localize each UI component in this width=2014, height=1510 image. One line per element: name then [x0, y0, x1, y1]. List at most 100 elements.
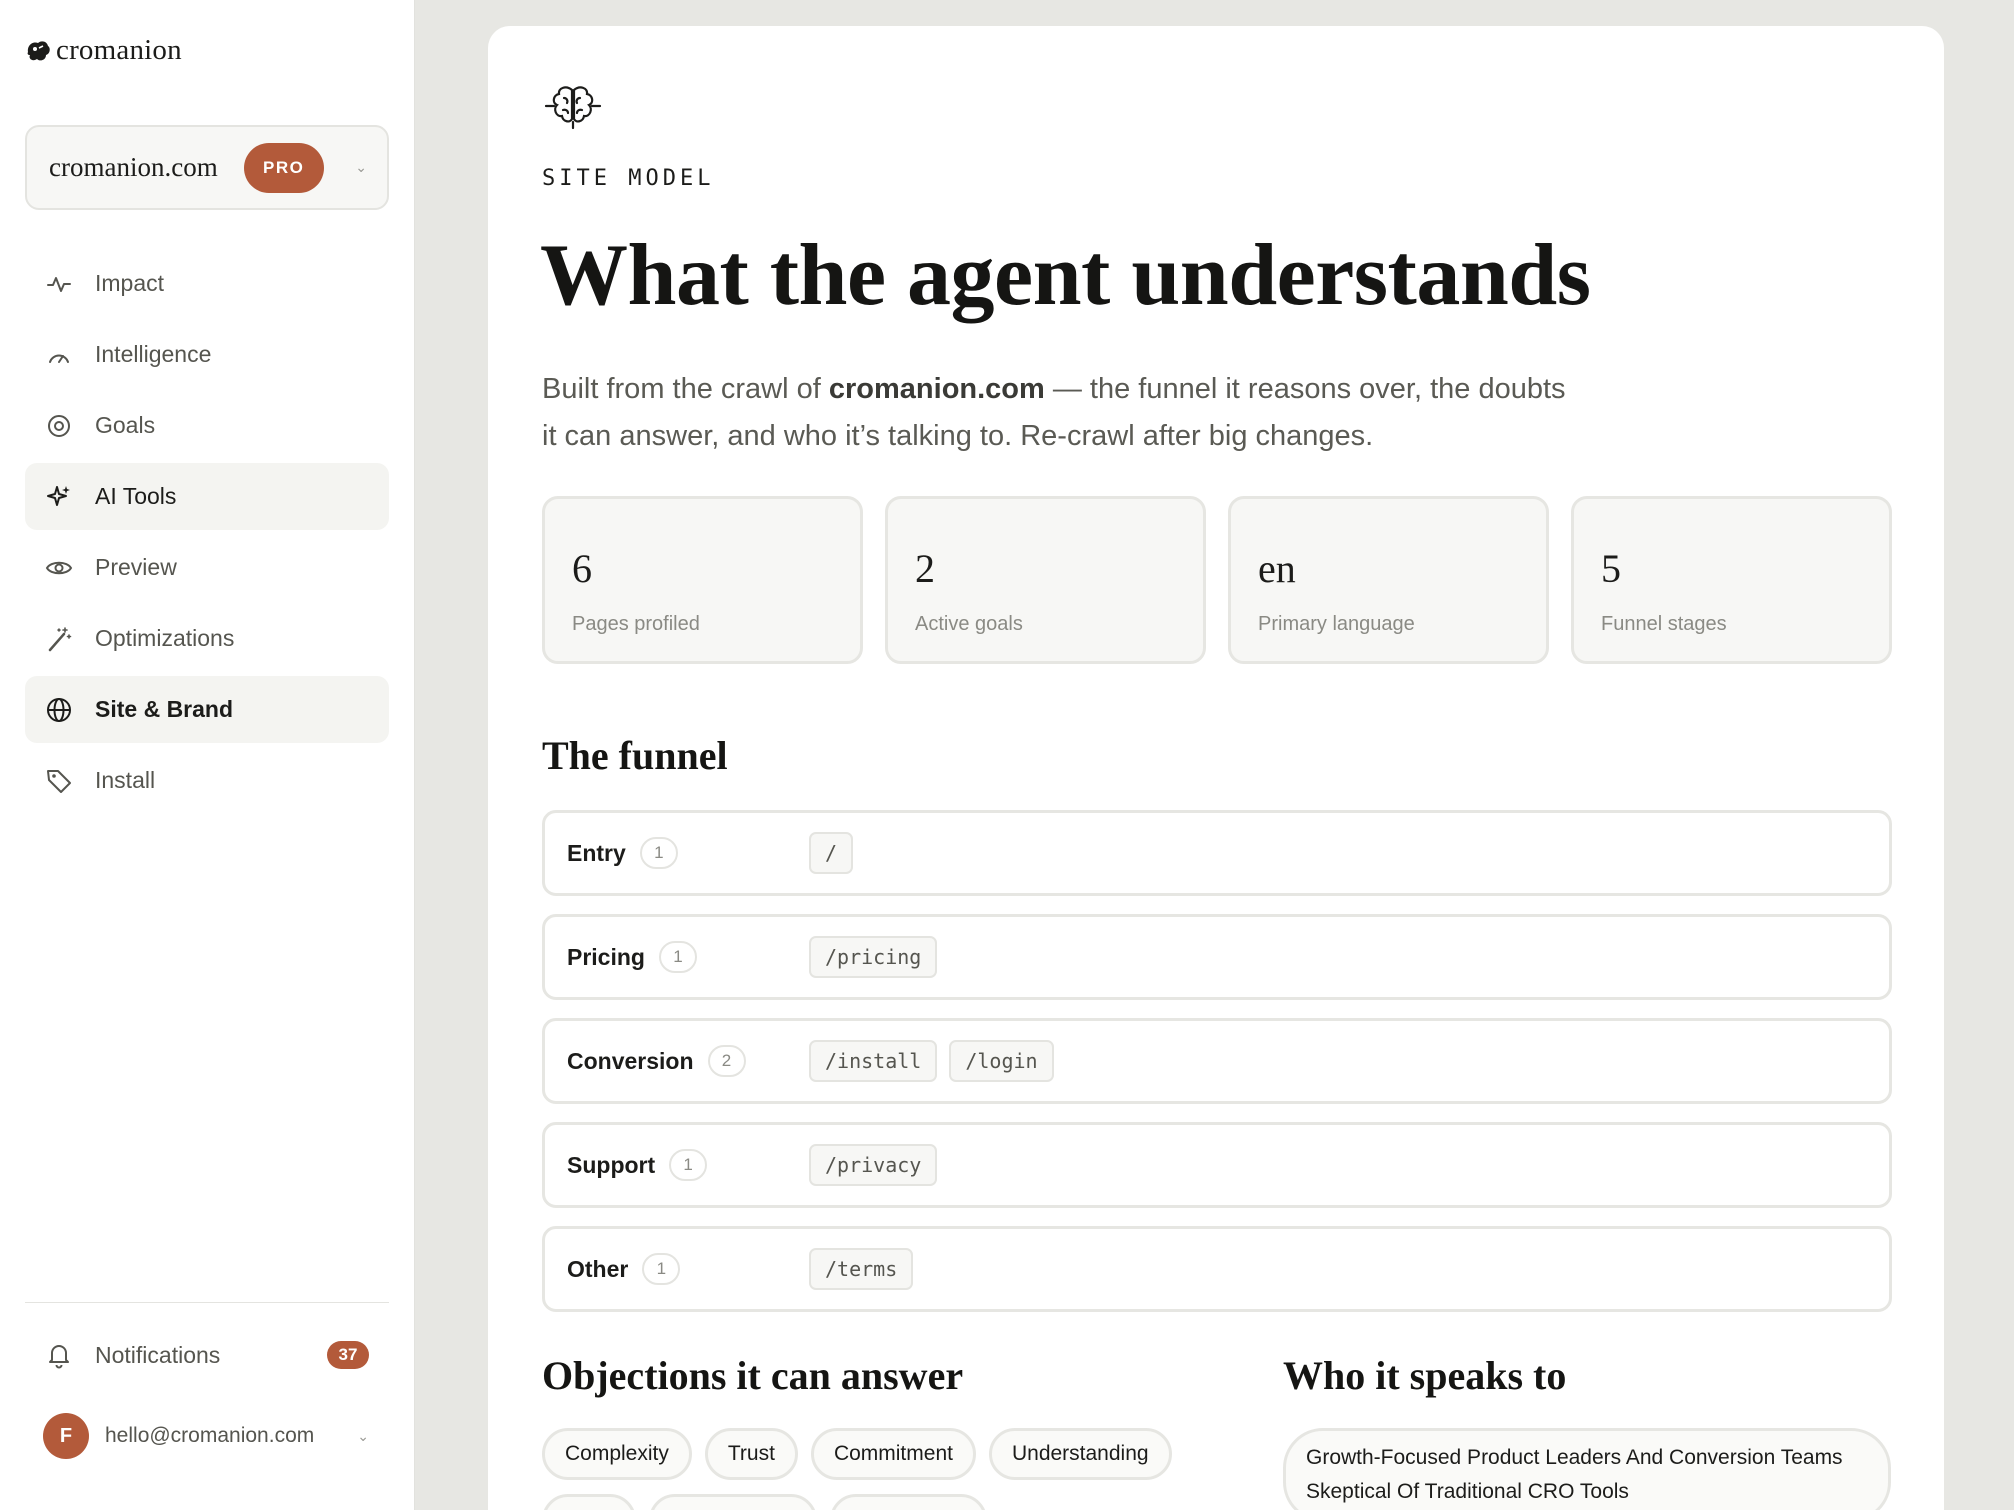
objections-title: Objections it can answer: [542, 1353, 964, 1398]
stage-name: Pricing: [567, 943, 645, 970]
audience-chip: Growth-Focused Product Leaders And Conve…: [1283, 1428, 1891, 1510]
stage-header: Other 1: [567, 1253, 809, 1285]
chevron-down-icon: ⌄: [355, 159, 367, 175]
stat-label: Pages profiled: [572, 613, 700, 635]
stage-count-badge: 1: [658, 941, 697, 973]
path-chip: /install: [809, 1040, 938, 1082]
path-chip: /privacy: [809, 1144, 938, 1186]
nav-item-optimizations[interactable]: Optimizations: [25, 605, 389, 672]
eye-icon: [45, 554, 73, 582]
objection-chip: Price: [542, 1494, 636, 1510]
stage-header: Conversion 2: [567, 1045, 809, 1077]
stat-card-funnel-stages: 5 Funnel stages: [1571, 496, 1892, 664]
stat-value: 5: [1601, 546, 1621, 591]
funnel-list: Entry 1 / Pricing 1 /pricing Conversion …: [542, 810, 1892, 1330]
account-email: hello@cromanion.com: [105, 1424, 315, 1447]
funnel-stage-pricing: Pricing 1 /pricing: [542, 914, 1892, 1000]
stage-header: Entry 1: [567, 837, 809, 869]
brand-logo[interactable]: cromanion: [24, 34, 182, 67]
stage-count-badge: 1: [669, 1149, 708, 1181]
stat-card-goals: 2 Active goals: [885, 496, 1206, 664]
funnel-stage-entry: Entry 1 /: [542, 810, 1892, 896]
nav-item-preview[interactable]: Preview: [25, 534, 389, 601]
nav-label: Optimizations: [95, 625, 235, 651]
sidebar: cromanion cromanion.com PRO ⌄ Impact Int…: [0, 0, 415, 1510]
plan-badge: PRO: [243, 142, 324, 193]
stage-count-badge: 1: [642, 1253, 681, 1285]
stage-name: Other: [567, 1255, 629, 1282]
notifications-button[interactable]: Notifications 37: [25, 1322, 389, 1388]
nav-item-install[interactable]: Install: [25, 747, 389, 814]
brand-mark-icon: [27, 40, 50, 60]
objection-chip: Understanding: [988, 1428, 1172, 1480]
stat-card-pages: 6 Pages profiled: [542, 496, 863, 664]
stage-paths: /terms: [809, 1248, 914, 1290]
objection-chip: Trust: [704, 1428, 798, 1480]
nav-label: AI Tools: [95, 483, 177, 509]
nav-item-goals[interactable]: Goals: [25, 392, 389, 459]
stat-label: Active goals: [915, 613, 1023, 635]
pulse-icon: [45, 270, 73, 298]
stage-paths: /pricing: [809, 936, 938, 978]
stat-value: 6: [572, 546, 592, 591]
stage-paths: /privacy: [809, 1144, 938, 1186]
main-nav: Impact Intelligence Goals AI Tools Previ…: [25, 250, 389, 818]
page-description: Built from the crawl of cromanion.com — …: [542, 366, 1572, 460]
stats-row: 6 Pages profiled 2 Active goals en Prima…: [542, 496, 1892, 664]
objection-chip: Compliance: [830, 1494, 988, 1510]
stage-paths: /: [809, 832, 854, 874]
funnel-stage-conversion: Conversion 2 /install /login: [542, 1018, 1892, 1104]
stage-count-badge: 1: [639, 837, 678, 869]
stat-card-language: en Primary language: [1228, 496, 1549, 664]
nav-item-impact[interactable]: Impact: [25, 250, 389, 317]
nav-item-site-brand[interactable]: Site & Brand: [25, 676, 389, 743]
stat-label: Primary language: [1258, 613, 1415, 635]
objections-list: Complexity Trust Commitment Understandin…: [542, 1428, 1222, 1510]
stage-name: Support: [567, 1151, 656, 1178]
brain-icon: [544, 86, 602, 130]
sparkle-icon: [45, 483, 73, 511]
globe-icon: [45, 696, 73, 724]
stat-label: Funnel stages: [1601, 613, 1727, 635]
gauge-icon: [45, 341, 73, 369]
nav-item-ai-tools[interactable]: AI Tools: [25, 463, 389, 530]
audience-title: Who it speaks to: [1283, 1353, 1567, 1398]
page-title: What the agent understands: [540, 227, 1591, 324]
sidebar-divider: [25, 1302, 389, 1303]
path-chip: /terms: [809, 1248, 914, 1290]
nav-label: Goals: [95, 412, 156, 438]
lede-text-start: Built from the crawl of: [542, 373, 829, 405]
nav-label: Preview: [95, 554, 177, 580]
stage-header: Support 1: [567, 1149, 809, 1181]
stage-name: Conversion: [567, 1047, 694, 1074]
stat-value: en: [1258, 546, 1296, 591]
bell-icon: [45, 1341, 73, 1369]
path-chip: /: [809, 832, 854, 874]
tag-icon: [45, 767, 73, 795]
nav-label: Install: [95, 767, 156, 793]
account-menu[interactable]: F hello@cromanion.com ⌄: [25, 1408, 389, 1464]
audience-list: Growth-Focused Product Leaders And Conve…: [1283, 1428, 1891, 1510]
site-switcher[interactable]: cromanion.com PRO ⌄: [25, 125, 389, 210]
objection-chip: Commitment: [810, 1428, 976, 1480]
nav-item-intelligence[interactable]: Intelligence: [25, 321, 389, 388]
site-model-panel: SITE MODEL What the agent understands Bu…: [488, 26, 1944, 1510]
nav-label: Impact: [95, 270, 165, 296]
lede-site-name: cromanion.com: [828, 373, 1045, 405]
objection-chip: Data_privacy: [648, 1494, 818, 1510]
funnel-stage-support: Support 1 /privacy: [542, 1122, 1892, 1208]
notifications-label: Notifications: [95, 1341, 221, 1368]
notifications-count-badge: 37: [327, 1341, 369, 1369]
path-chip: /pricing: [809, 936, 938, 978]
path-chip: /login: [949, 1040, 1054, 1082]
avatar: F: [43, 1413, 89, 1459]
magic-wand-icon: [45, 625, 73, 653]
section-eyebrow: SITE MODEL: [542, 166, 715, 191]
nav-label: Site & Brand: [95, 696, 234, 722]
target-icon: [45, 412, 73, 440]
chevron-down-icon: ⌄: [357, 1427, 369, 1444]
brand-name: cromanion: [56, 34, 182, 66]
stage-paths: /install /login: [809, 1040, 1054, 1082]
stat-value: 2: [915, 546, 935, 591]
funnel-title: The funnel: [542, 733, 728, 778]
